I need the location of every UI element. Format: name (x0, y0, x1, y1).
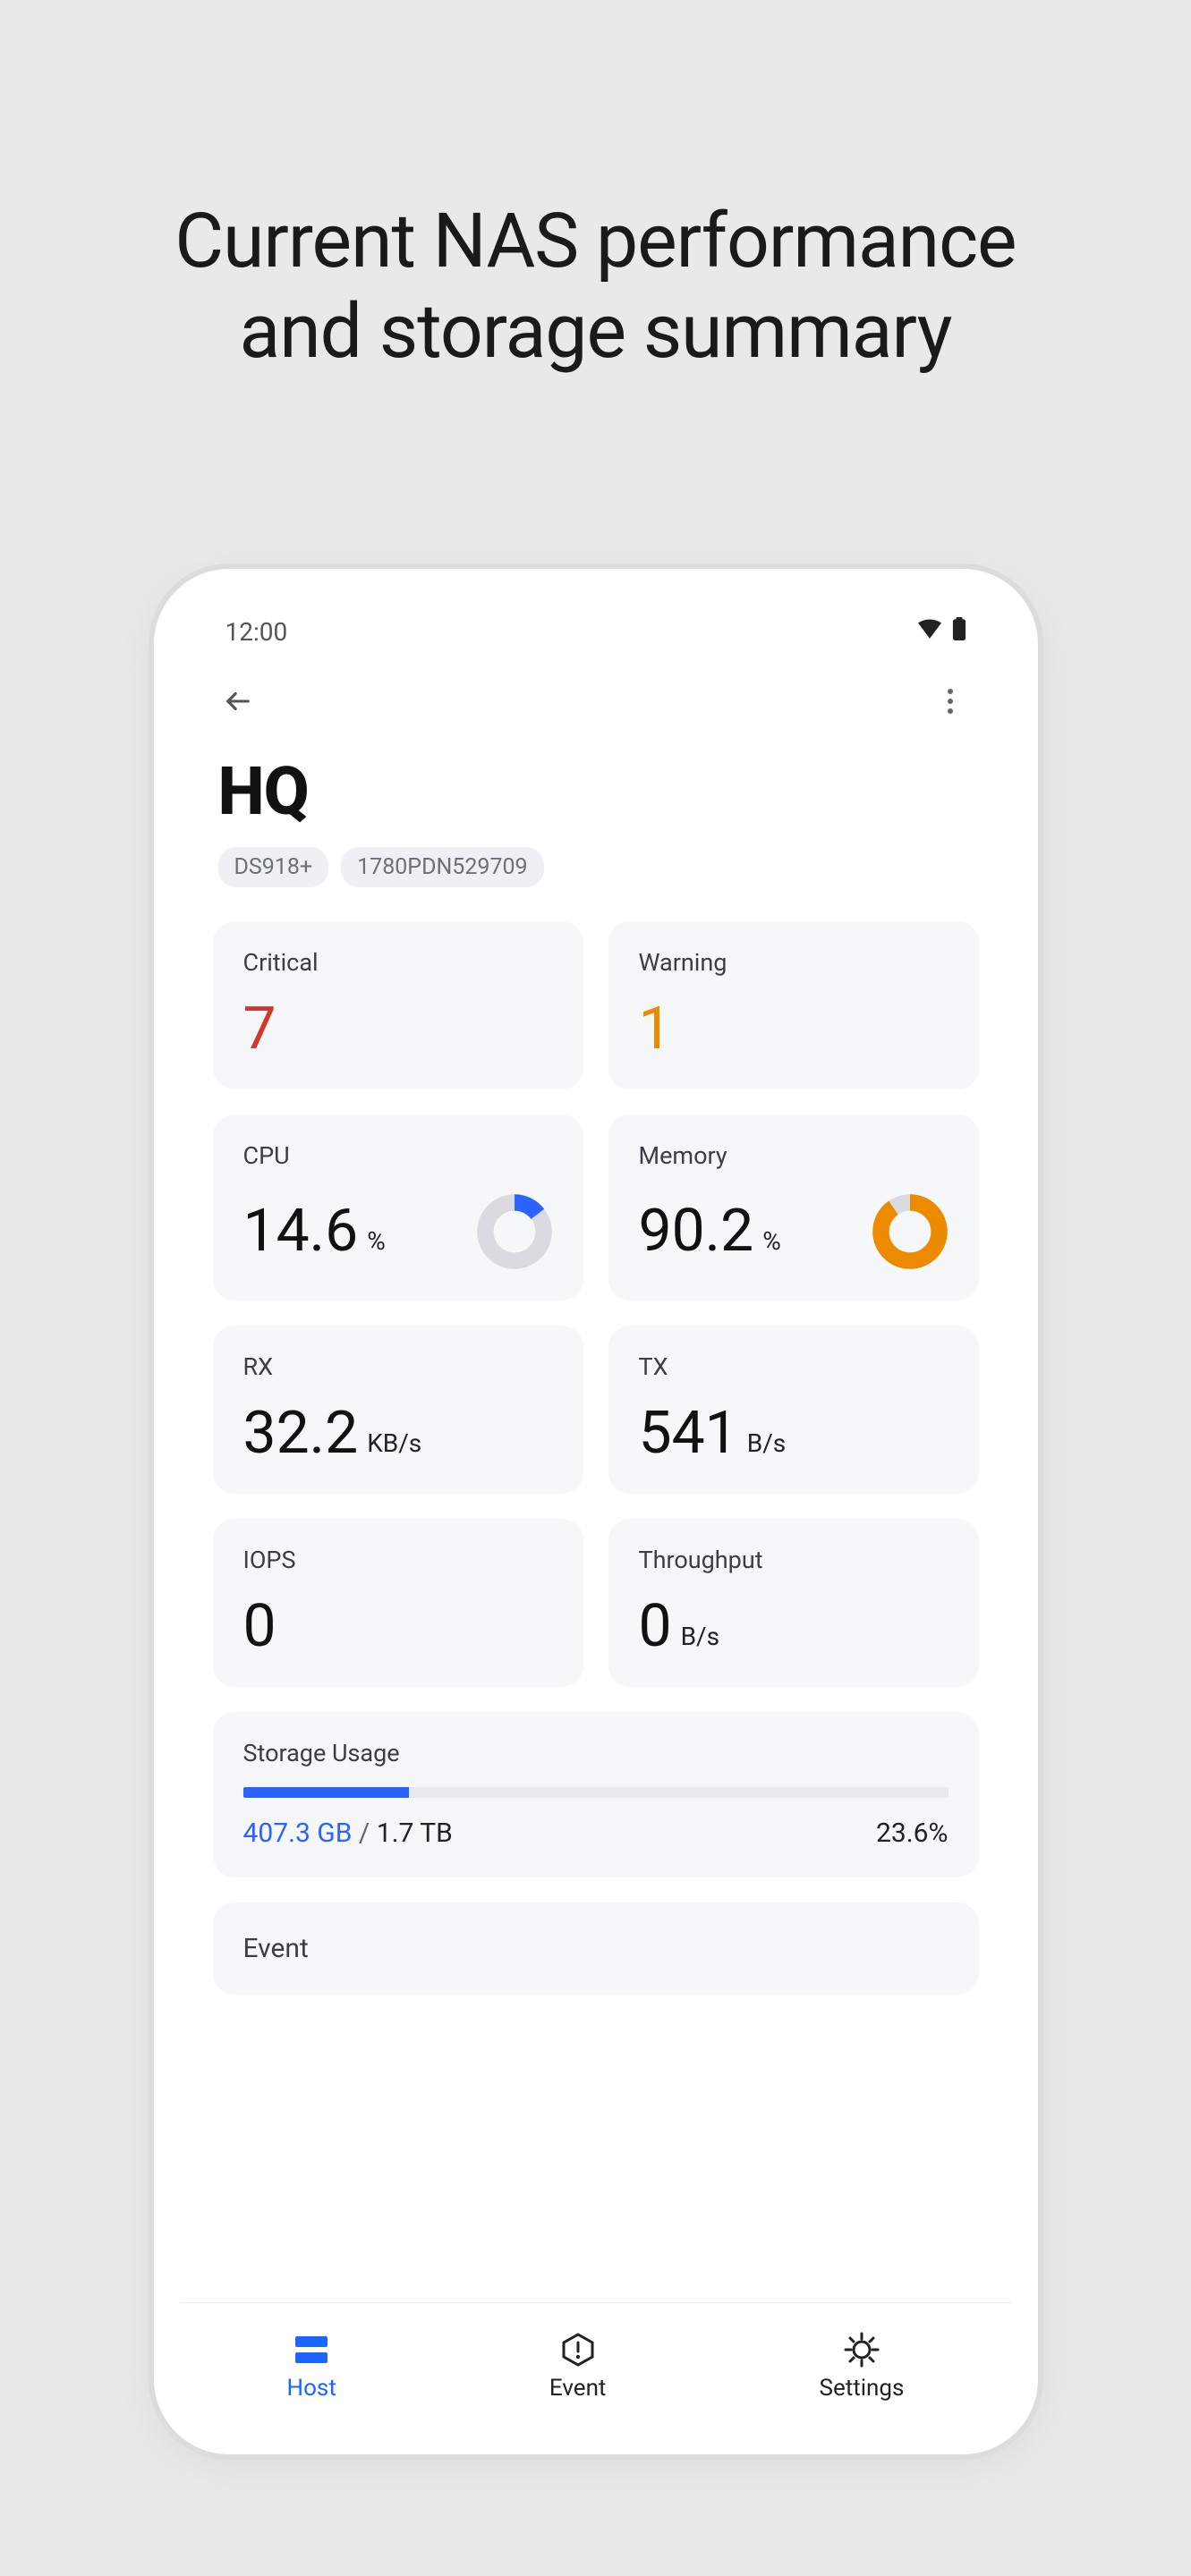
bottom-nav: Host Event (181, 2302, 1011, 2428)
memory-card[interactable]: Memory 90.2 % (608, 1114, 979, 1301)
throughput-unit: B/s (681, 1624, 719, 1657)
arrow-left-icon (223, 686, 253, 716)
device-serial-chip[interactable]: 1780PDN529709 (341, 847, 544, 887)
warning-value: 1 (639, 1000, 949, 1059)
critical-label: Critical (243, 948, 553, 977)
page-title: HQ (218, 753, 974, 831)
more-vertical-icon (948, 689, 953, 714)
nav-host[interactable]: Host (287, 2330, 336, 2402)
nav-host-label: Host (287, 2375, 336, 2402)
iops-card[interactable]: IOPS 0 (213, 1519, 583, 1687)
throughput-label: Throughput (639, 1546, 949, 1574)
memory-value: 90.2 (639, 1202, 754, 1261)
tx-unit: B/s (747, 1431, 786, 1463)
iops-label: IOPS (243, 1546, 553, 1574)
storage-card[interactable]: Storage Usage 407.3 GB / 1.7 TB 23.6% (213, 1712, 979, 1877)
storage-bar-fill (243, 1787, 410, 1798)
more-button[interactable] (925, 676, 975, 726)
memory-donut-icon (872, 1193, 949, 1270)
nav-settings[interactable]: Settings (820, 2330, 905, 2402)
cpu-donut-icon (476, 1193, 553, 1270)
back-button[interactable] (213, 676, 263, 726)
throughput-value: 0 (639, 1597, 672, 1657)
nav-event[interactable]: Event (549, 2330, 607, 2402)
rx-card[interactable]: RX 32.2 KB/s (213, 1326, 583, 1494)
marketing-line-2: and storage summary (0, 287, 1191, 377)
warning-label: Warning (639, 948, 949, 977)
nav-event-label: Event (549, 2375, 607, 2402)
tx-label: TX (639, 1352, 949, 1381)
tx-value: 541 (639, 1404, 738, 1463)
device-model-chip[interactable]: DS918+ (218, 847, 329, 887)
event-section-card[interactable]: Event (213, 1902, 979, 1995)
content-scroll[interactable]: Critical 7 Warning 1 CPU 14.6 % (181, 896, 1011, 2302)
cpu-value: 14.6 (243, 1202, 359, 1261)
battery-icon (952, 617, 966, 647)
storage-percent: 23.6% (876, 1818, 948, 1849)
screen: 12:00 (181, 596, 1011, 2428)
iops-value: 0 (243, 1597, 276, 1657)
tx-card[interactable]: TX 541 B/s (608, 1326, 979, 1494)
device-frame: 12:00 (149, 564, 1043, 2460)
header-block: HQ DS918+ 1780PDN529709 (181, 735, 1011, 896)
status-bar: 12:00 (181, 596, 1011, 667)
memory-label: Memory (639, 1141, 949, 1170)
wifi-icon (918, 618, 941, 645)
cpu-card[interactable]: CPU 14.6 % (213, 1114, 583, 1301)
storage-divider: / (359, 1818, 377, 1849)
throughput-card[interactable]: Throughput 0 B/s (608, 1519, 979, 1687)
storage-used: 407.3 GB (243, 1818, 353, 1849)
rx-unit: KB/s (367, 1431, 421, 1463)
rx-label: RX (243, 1352, 553, 1381)
host-icon (292, 2330, 331, 2369)
storage-bar-track (243, 1787, 949, 1798)
event-icon (558, 2330, 598, 2369)
storage-label: Storage Usage (243, 1739, 949, 1767)
cpu-label: CPU (243, 1141, 553, 1170)
rx-value: 32.2 (243, 1404, 359, 1463)
status-time: 12:00 (225, 617, 288, 647)
memory-unit: % (762, 1229, 781, 1261)
settings-icon (842, 2330, 881, 2369)
storage-total: 1.7 TB (377, 1818, 453, 1849)
app-bar (181, 667, 1011, 735)
warning-card[interactable]: Warning 1 (608, 921, 979, 1089)
cpu-unit: % (367, 1229, 386, 1261)
marketing-title: Current NAS performance and storage summ… (0, 0, 1191, 377)
nav-settings-label: Settings (820, 2375, 905, 2402)
critical-value: 7 (243, 1000, 553, 1059)
marketing-line-1: Current NAS performance (0, 197, 1191, 287)
critical-card[interactable]: Critical 7 (213, 921, 583, 1089)
event-section-label: Event (243, 1933, 949, 1964)
